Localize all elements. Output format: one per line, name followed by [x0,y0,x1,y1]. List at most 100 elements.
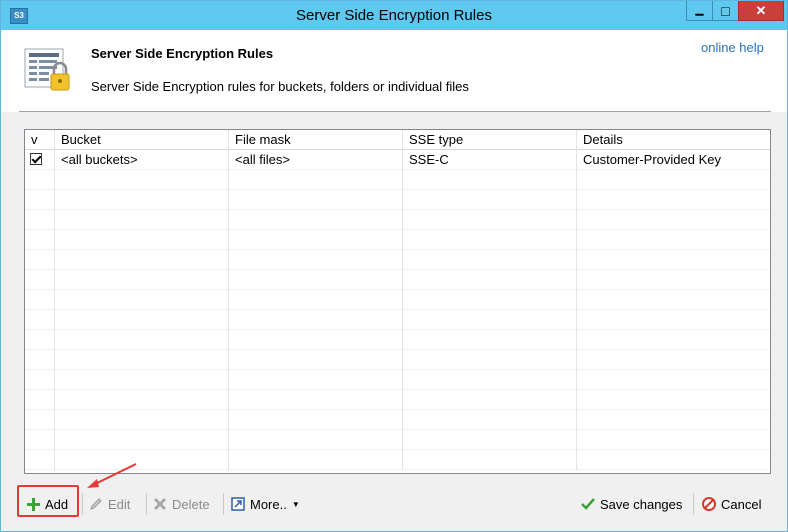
more-button-label: More.. [250,496,287,512]
add-button-highlight [17,485,79,517]
column-header-file-mask[interactable]: File mask [229,130,403,150]
save-changes-label: Save changes [600,496,683,512]
empty-cell [229,170,403,190]
empty-cell [229,450,403,470]
bucket-cell: <all buckets> [55,150,229,170]
cancel-button-label: Cancel [721,496,762,512]
empty-table-row [25,410,770,430]
empty-cell [229,270,403,290]
empty-cell [25,450,55,470]
enabled-checkbox[interactable] [30,153,42,165]
sse-type-cell: SSE-C [403,150,577,170]
details-cell: Customer-Provided Key [583,152,721,167]
table-row[interactable]: <all buckets> <all files> SSE-C Customer… [25,150,770,170]
empty-cell [25,430,55,450]
empty-cell [25,330,55,350]
delete-button-label: Delete [172,496,210,512]
empty-cell [403,330,577,350]
empty-cell [229,210,403,230]
empty-cell [403,310,577,330]
annotation-arrow [87,463,137,488]
more-button[interactable]: More.. ▼ [231,493,300,515]
title-bar[interactable]: S3 Server Side Encryption Rules ▁ □ ✕ [1,1,787,30]
empty-cell [55,230,229,250]
empty-cell [577,210,770,230]
row-enabled-cell[interactable] [25,150,55,170]
empty-table-row [25,250,770,270]
empty-table-row [25,170,770,190]
empty-table-row [25,370,770,390]
empty-cell [55,170,229,190]
close-button[interactable]: ✕ [738,1,784,21]
file-mask-cell: <all files> [229,150,403,170]
empty-cell [577,370,770,390]
empty-cell [25,250,55,270]
empty-cell [25,350,55,370]
empty-cell [229,310,403,330]
empty-table-row [25,230,770,250]
save-changes-button[interactable]: Save changes [581,493,682,515]
empty-cell [55,210,229,230]
pencil-icon [90,498,102,510]
toolbar-divider [146,493,147,515]
empty-cell [229,230,403,250]
empty-cell [403,430,577,450]
column-header-sse-type[interactable]: SSE type [403,130,577,150]
empty-cell [229,290,403,310]
empty-cell [403,390,577,410]
encryption-rules-window: S3 Server Side Encryption Rules ▁ □ ✕ Se… [0,0,788,532]
dialog-header [1,30,787,112]
table-header-row: v Bucket File mask SSE type Details [25,130,770,150]
header-title: Server Side Encryption Rules [91,46,274,61]
delete-button[interactable]: Delete [153,493,210,515]
dropdown-arrow-icon: ▼ [291,499,300,509]
empty-cell [55,250,229,270]
empty-cell [403,410,577,430]
empty-cell [403,370,577,390]
edit-button[interactable]: Edit [89,493,130,515]
column-header-bucket[interactable]: Bucket [55,130,229,150]
empty-cell [25,230,55,250]
empty-table-row [25,330,770,350]
empty-cell [577,390,770,410]
maximize-icon: □ [721,2,730,19]
empty-cell [25,270,55,290]
export-icon [231,497,245,511]
empty-cell [55,350,229,370]
header-subtitle: Server Side Encryption rules for buckets… [91,79,469,94]
online-help-link[interactable]: online help [701,40,764,55]
empty-cell [403,290,577,310]
empty-cell [403,170,577,190]
empty-cell [229,190,403,210]
empty-cell [403,190,577,210]
empty-cell [25,370,55,390]
cancel-button[interactable]: Cancel [702,493,761,515]
empty-cell [577,190,770,210]
empty-table-row [25,190,770,210]
empty-cell [229,390,403,410]
empty-table-row [25,390,770,410]
empty-cell [577,330,770,350]
empty-cell [25,390,55,410]
encryption-rules-lock-icon [24,48,70,91]
column-header-enabled[interactable]: v [25,130,55,150]
cancel-icon [702,497,716,511]
empty-cell [25,210,55,230]
empty-cell [577,170,770,190]
delete-x-icon [153,497,167,511]
empty-cell [577,450,770,470]
rules-table[interactable]: v Bucket File mask SSE type Details <all… [24,129,771,474]
empty-table-row [25,290,770,310]
empty-cell [25,190,55,210]
empty-cell [55,390,229,410]
empty-cell [55,290,229,310]
empty-cell [55,410,229,430]
empty-table-row [25,210,770,230]
minimize-button[interactable]: ▁ [686,1,713,21]
empty-cell [577,350,770,370]
empty-table-row [25,270,770,290]
empty-cell [577,410,770,430]
column-header-details[interactable]: Details [577,130,770,150]
toolbar-divider [82,493,83,515]
maximize-button[interactable]: □ [712,1,739,21]
